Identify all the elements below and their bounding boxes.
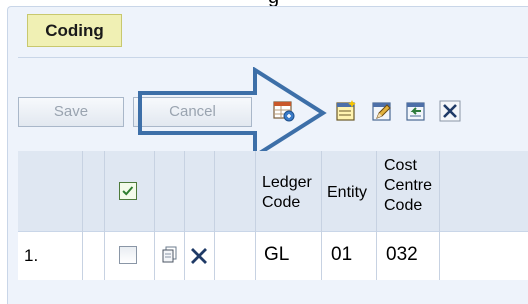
select-all-checkbox[interactable] — [119, 182, 137, 200]
grid-settings-icon[interactable] — [272, 99, 296, 123]
header-ledger-code[interactable]: Ledger Code — [262, 173, 312, 213]
cell-ledger-code[interactable]: GL — [264, 244, 289, 266]
header-cost-centre-code-line2: Centre — [384, 177, 433, 194]
cancel-button[interactable]: Cancel — [133, 97, 252, 127]
row-number: 1. — [24, 246, 39, 265]
separator — [18, 57, 528, 58]
edit-icon[interactable] — [370, 99, 394, 123]
column-divider — [104, 151, 105, 280]
delete-row-icon[interactable] — [188, 245, 210, 267]
header-cost-centre-code-line1: Cost — [384, 157, 417, 174]
header-cost-centre-code-line3: Code — [384, 197, 423, 214]
header-entity[interactable]: Entity — [327, 183, 367, 203]
column-divider — [184, 151, 185, 280]
row-checkbox[interactable] — [119, 246, 137, 264]
header-ledger-code-line1: Ledger — [262, 174, 312, 191]
column-divider — [439, 151, 440, 280]
new-row-icon[interactable] — [334, 99, 358, 123]
save-button[interactable]: Save — [18, 97, 124, 127]
cell-entity[interactable]: 01 — [331, 244, 352, 266]
column-divider — [255, 151, 256, 280]
delete-icon[interactable] — [438, 99, 462, 123]
import-icon[interactable] — [404, 99, 428, 123]
column-divider — [376, 151, 377, 280]
column-divider — [321, 151, 322, 280]
column-divider — [82, 151, 83, 280]
column-divider — [214, 151, 215, 280]
cell-cost-centre-code[interactable]: 032 — [386, 244, 418, 266]
header-ledger-code-line2: Code — [262, 194, 301, 211]
header-cost-centre-code[interactable]: Cost Centre Code — [384, 156, 432, 216]
column-divider — [154, 151, 155, 280]
grid-footer — [18, 280, 528, 303]
coding-tab[interactable]: Coding — [27, 14, 122, 47]
copy-row-icon[interactable] — [160, 245, 180, 265]
